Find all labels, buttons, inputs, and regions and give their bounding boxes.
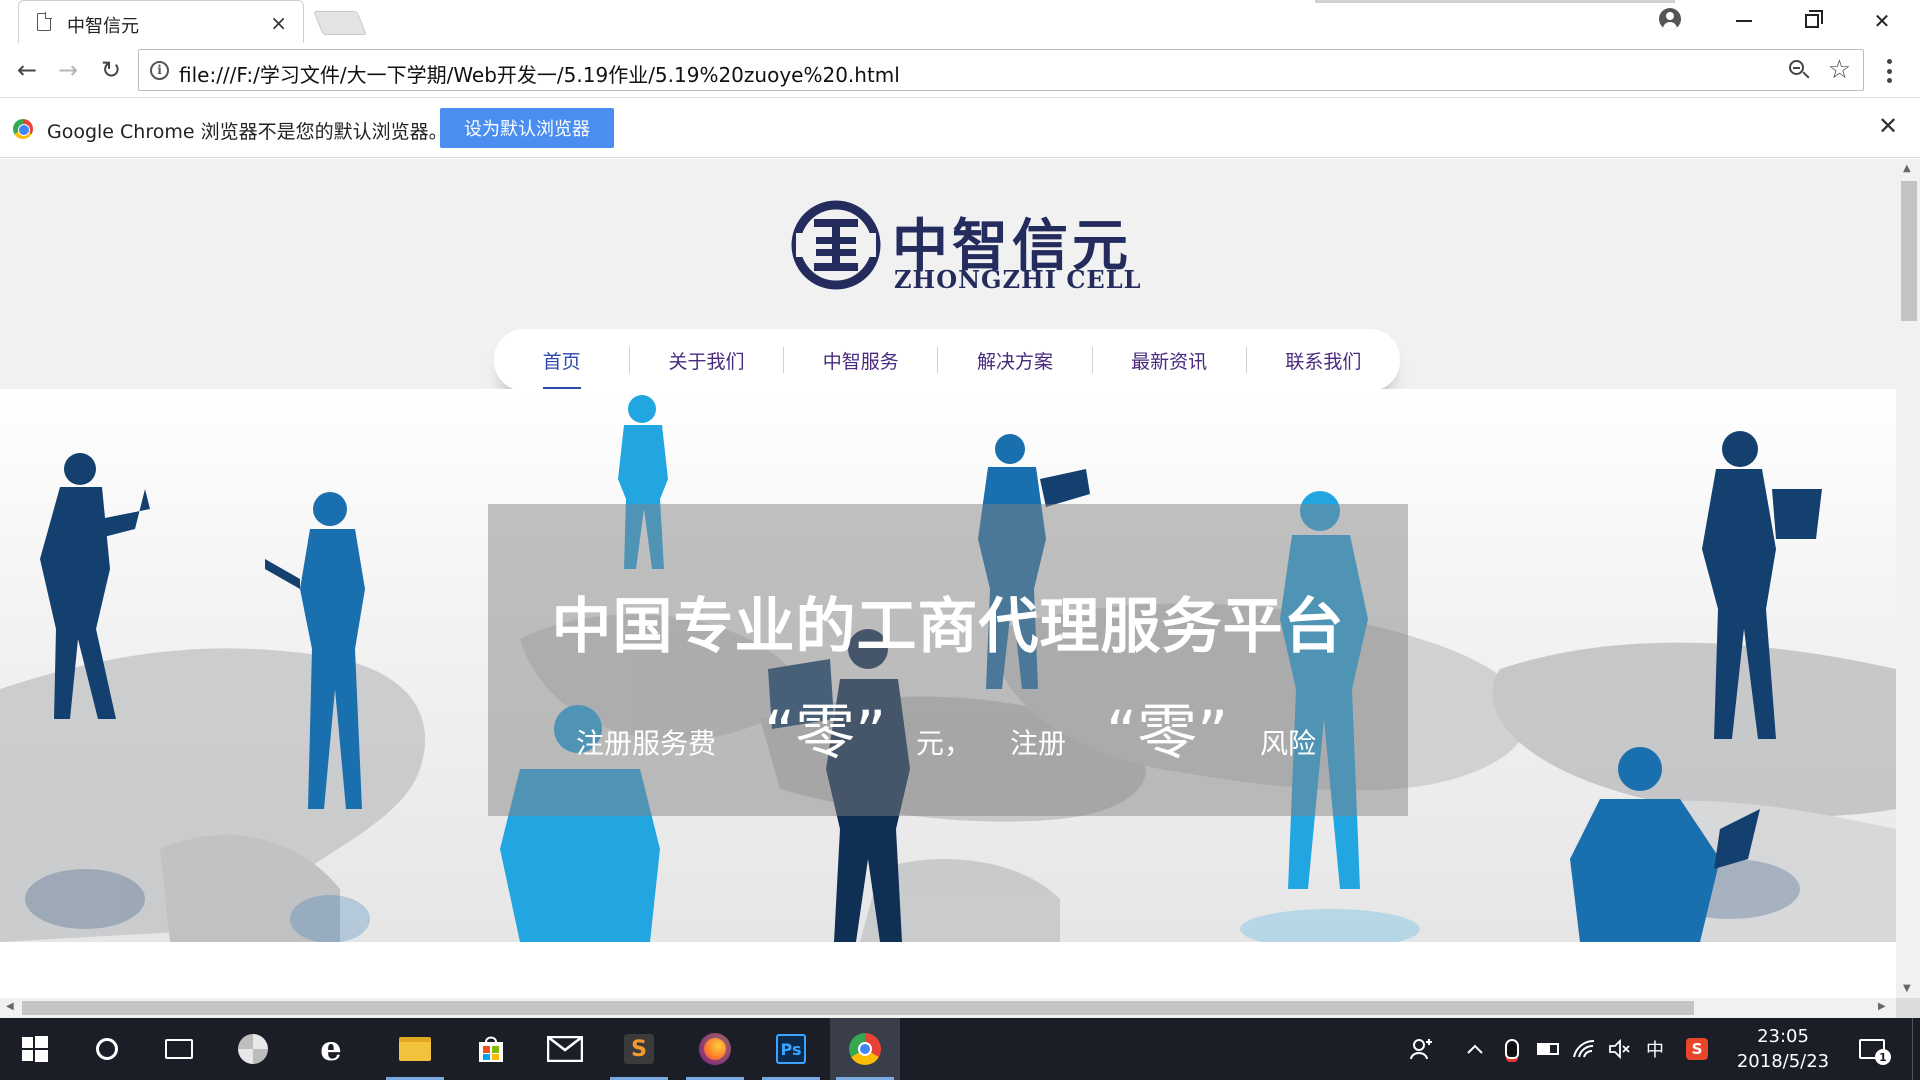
sogou-ime-icon[interactable]: S	[1682, 1018, 1712, 1080]
window-edge-shadow	[1315, 0, 1675, 3]
qq-penguin-icon[interactable]	[1498, 1018, 1526, 1080]
profile-icon[interactable]	[1659, 8, 1681, 30]
site-header: 中智信元 ZHONGZHI CELL 首页 关于我们 中智服务 解决方案 最新资…	[0, 159, 1896, 391]
windows-logo-icon	[22, 1036, 48, 1062]
default-browser-infobar: Google Chrome 浏览器不是您的默认浏览器。 设为默认浏览器 ✕	[0, 98, 1920, 158]
main-navigation: 首页 关于我们 中智服务 解决方案 最新资讯 联系我们	[494, 329, 1400, 391]
new-tab-button[interactable]	[313, 11, 367, 35]
zoom-out-icon[interactable]	[1789, 60, 1811, 82]
cortana-button[interactable]	[72, 1018, 142, 1080]
notification-count: 1	[1875, 1049, 1891, 1065]
nav-news[interactable]: 最新资讯	[1093, 329, 1246, 391]
minimize-button[interactable]	[1724, 6, 1764, 36]
system-clock[interactable]: 23:05 2018/5/23	[1728, 1024, 1838, 1074]
scroll-right-arrow-icon[interactable]: ▶	[1878, 1001, 1886, 1012]
task-view-button[interactable]	[144, 1018, 214, 1080]
forward-button[interactable]: →	[53, 55, 83, 85]
hero-banner: 中国专业的工商代理服务平台 注册服务费 “零” 元， 注册 “零” 风险	[0, 389, 1896, 942]
restore-icon	[1805, 10, 1823, 28]
chrome-logo-icon	[13, 119, 33, 139]
clock-time: 23:05	[1757, 1026, 1809, 1047]
start-button[interactable]	[0, 1018, 70, 1080]
chrome-taskbar-icon	[849, 1033, 881, 1065]
banner-fee-label: 注册服务费	[576, 727, 717, 760]
logo-english-text: ZHONGZHI CELL	[894, 265, 1142, 294]
horizontal-scroll-thumb[interactable]	[22, 1001, 1694, 1015]
photoshop-icon: Ps	[776, 1034, 806, 1064]
scroll-left-arrow-icon[interactable]: ◀	[6, 1001, 14, 1012]
browser-tab[interactable]: 中智信元 ×	[18, 0, 304, 43]
banner-overlay: 中国专业的工商代理服务平台 注册服务费 “零” 元， 注册 “零” 风险	[488, 504, 1408, 816]
nav-about[interactable]: 关于我们	[630, 329, 783, 391]
windows-taskbar: e S Ps 中 S 23:05 2018/5/23 1	[0, 1018, 1920, 1080]
page-icon	[37, 12, 52, 31]
scroll-up-arrow-icon[interactable]: ▲	[1903, 163, 1911, 174]
folder-icon	[399, 1037, 431, 1061]
nav-home[interactable]: 首页	[534, 329, 589, 391]
people-icon[interactable]	[1404, 1018, 1440, 1080]
back-button[interactable]: ←	[12, 55, 42, 85]
firefox-button[interactable]	[680, 1018, 750, 1080]
minimize-icon	[1736, 20, 1752, 22]
task-view-icon	[165, 1039, 193, 1059]
pinwheel-app-button[interactable]	[218, 1018, 288, 1080]
show-desktop-button[interactable]	[1912, 1018, 1916, 1080]
mail-envelope-icon	[547, 1036, 583, 1062]
banner-register: 注册	[1010, 727, 1067, 760]
browser-toolbar: ← → ↻ i file:///F:/学习文件/大一下学期/Web开发一/5.1…	[0, 43, 1920, 98]
reload-button[interactable]: ↻	[96, 55, 126, 85]
edge-button[interactable]: e	[296, 1018, 366, 1080]
tab-close-button[interactable]: ×	[270, 11, 287, 35]
vertical-scrollbar[interactable]: ▲ ▼	[1896, 159, 1920, 998]
vertical-scroll-thumb[interactable]	[1901, 181, 1917, 321]
banner-zero-1: “零”	[764, 698, 887, 768]
banner-yuan: 元，	[916, 727, 973, 760]
nav-contact[interactable]: 联系我们	[1247, 329, 1400, 391]
volume-muted-icon[interactable]	[1606, 1018, 1634, 1080]
set-default-browser-button[interactable]: 设为默认浏览器	[440, 108, 614, 148]
photoshop-button[interactable]: Ps	[756, 1018, 826, 1080]
page-viewport: 中智信元 ZHONGZHI CELL 首页 关于我们 中智服务 解决方案 最新资…	[0, 159, 1896, 998]
battery-icon[interactable]	[1534, 1018, 1562, 1080]
url-text[interactable]: file:///F:/学习文件/大一下学期/Web开发一/5.19作业/5.19…	[179, 59, 900, 88]
site-info-icon[interactable]: i	[150, 61, 169, 80]
window-close-button[interactable]: ✕	[1862, 6, 1902, 36]
address-bar[interactable]: i file:///F:/学习文件/大一下学期/Web开发一/5.19作业/5.…	[138, 49, 1864, 91]
ime-indicator[interactable]: 中	[1640, 1018, 1670, 1080]
infobar-close-button[interactable]: ✕	[1878, 112, 1898, 140]
action-center-button[interactable]: 1	[1852, 1018, 1892, 1080]
banner-headline: 中国专业的工商代理服务平台	[551, 592, 1345, 662]
scrollbar-corner	[1896, 998, 1920, 1018]
edge-icon: e	[320, 1029, 342, 1069]
infobar-message: Google Chrome 浏览器不是您的默认浏览器。	[47, 121, 448, 143]
wifi-icon[interactable]	[1570, 1018, 1598, 1080]
sublime-text-icon: S	[624, 1034, 654, 1064]
notification-icon: 1	[1859, 1039, 1891, 1065]
sublime-text-button[interactable]: S	[604, 1018, 674, 1080]
logo-mark-icon	[791, 200, 881, 290]
clock-date: 2018/5/23	[1736, 1051, 1830, 1072]
store-bag-icon	[479, 1036, 503, 1062]
page-below-banner	[0, 942, 1896, 998]
chrome-menu-icon[interactable]	[1886, 59, 1892, 83]
nav-services[interactable]: 中智服务	[784, 329, 937, 391]
bookmark-star-icon[interactable]: ☆	[1828, 55, 1851, 85]
store-button[interactable]	[456, 1018, 526, 1080]
pinwheel-icon	[238, 1034, 268, 1064]
nav-solutions[interactable]: 解决方案	[938, 329, 1091, 391]
firefox-icon	[699, 1033, 731, 1065]
cortana-circle-icon	[96, 1038, 118, 1060]
scroll-down-arrow-icon[interactable]: ▼	[1903, 983, 1911, 994]
tab-title: 中智信元	[67, 16, 139, 37]
mail-button[interactable]	[530, 1018, 600, 1080]
banner-risk: 风险	[1260, 727, 1317, 760]
tab-strip: 中智信元 × ✕	[0, 0, 1920, 43]
browser-window: { "tab": { "title": "中智信元", "close": "×"…	[0, 0, 1920, 1080]
horizontal-scrollbar[interactable]: ◀ ▶	[0, 998, 1896, 1018]
banner-zero-2: “零”	[1106, 698, 1229, 768]
chrome-taskbar-button[interactable]	[830, 1018, 900, 1080]
show-hidden-icons-chevron-icon[interactable]	[1462, 1018, 1488, 1080]
restore-button[interactable]	[1792, 6, 1832, 36]
file-explorer-button[interactable]	[380, 1018, 450, 1080]
